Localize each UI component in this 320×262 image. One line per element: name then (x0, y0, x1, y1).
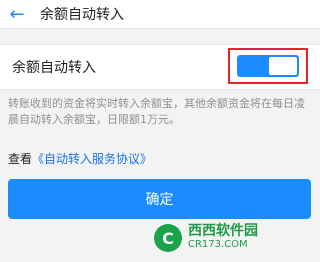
back-arrow-icon[interactable]: ← (0, 0, 34, 28)
watermark-domain: CR173.COM (188, 239, 248, 250)
watermark-text: 西西软件园 (188, 223, 258, 239)
watermark: C 西西软件园 CR173.COM (154, 220, 314, 256)
auto-transfer-toggle[interactable] (237, 55, 299, 77)
auto-transfer-label: 余额自动转入 (12, 60, 96, 76)
site-logo-icon: C (154, 224, 182, 252)
highlight-box (228, 48, 308, 84)
page-title: 余额自动转入 (40, 7, 124, 23)
agreement-prefix: 查看 (8, 152, 33, 166)
agreement-link[interactable]: 《自动转入服务协议》 (32, 152, 152, 166)
toggle-knob (269, 57, 297, 75)
auto-transfer-row: 余额自动转入 (0, 44, 320, 90)
agreement-line: 查看《自动转入服务协议》 (8, 150, 152, 167)
description-text: 转账收到的资金将实时转入余额宝，其他余额资金将在每日凌晨自动转入余额宝，日限额1… (8, 97, 305, 126)
header-bar: ← 余额自动转入 (0, 0, 320, 29)
confirm-button[interactable]: 确定 (8, 179, 311, 219)
